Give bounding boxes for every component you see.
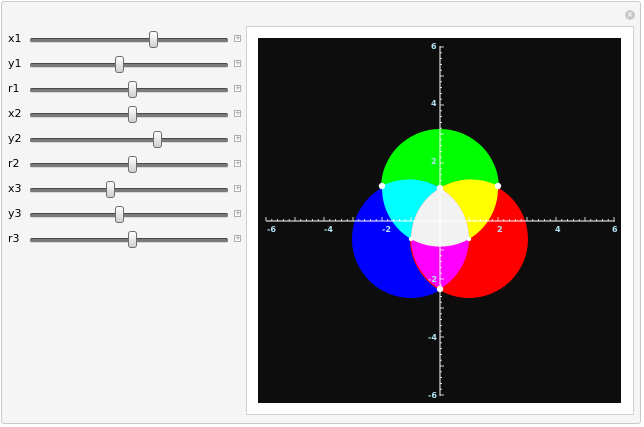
slider-label: x2: [8, 107, 22, 120]
slider-thumb-x2[interactable]: [128, 106, 138, 123]
slider-track-y1[interactable]: [30, 63, 228, 68]
x-tick-label: 6: [612, 225, 618, 234]
expand-controls-icon[interactable]: +: [234, 135, 241, 142]
expand-controls-icon[interactable]: +: [234, 60, 241, 67]
slider-row-r2: r2 +: [8, 155, 243, 175]
slider-row-r1: r1 +: [8, 80, 243, 100]
slider-row-x1: x1 +: [8, 30, 243, 50]
slider-track-x1[interactable]: [30, 38, 228, 43]
slider-row-r3: r3 +: [8, 230, 243, 250]
slider-track-x3[interactable]: [30, 188, 228, 193]
expand-controls-icon[interactable]: +: [234, 185, 241, 192]
slider-track-y3[interactable]: [30, 213, 228, 218]
slider-thumb-r3[interactable]: [128, 231, 138, 248]
slider-label: x3: [8, 182, 22, 195]
slider-thumb-x3[interactable]: [105, 181, 115, 198]
x-tick-label: 2: [497, 225, 503, 234]
slider-row-y1: y1 +: [8, 55, 243, 75]
expand-controls-icon[interactable]: +: [234, 35, 241, 42]
locator-point[interactable]: [408, 236, 414, 242]
slider-row-x3: x3 +: [8, 180, 243, 200]
slider-thumb-y1[interactable]: [115, 56, 125, 73]
y-tick-label: -2: [428, 275, 437, 284]
locator-point[interactable]: [436, 184, 444, 192]
y-tick-label: -4: [428, 333, 437, 342]
slider-label: r1: [8, 82, 20, 95]
y-tick-label: 6: [431, 42, 437, 51]
locator-point[interactable]: [494, 182, 502, 190]
slider-thumb-r1[interactable]: [128, 81, 138, 98]
slider-label: r3: [8, 232, 20, 245]
x-tick-label: -2: [382, 225, 391, 234]
locator-point[interactable]: [466, 236, 472, 242]
expand-controls-icon[interactable]: +: [234, 210, 241, 217]
slider-thumb-y3[interactable]: [115, 206, 125, 223]
circles-plot: -6 -4 -2 2 4 6 6 4 2 -2 -4 -6: [258, 38, 621, 403]
expand-controls-icon[interactable]: +: [234, 160, 241, 167]
x-tick-label: 4: [555, 225, 561, 234]
slider-row-y3: y3 +: [8, 205, 243, 225]
slider-label: r2: [8, 157, 20, 170]
x-tick-label: -6: [267, 225, 276, 234]
slider-row-x2: x2 +: [8, 105, 243, 125]
slider-label: y3: [8, 207, 22, 220]
close-icon[interactable]: ×: [625, 10, 635, 20]
expand-controls-icon[interactable]: +: [234, 85, 241, 92]
locator-point[interactable]: [378, 182, 386, 190]
slider-thumb-y2[interactable]: [152, 131, 162, 148]
y-tick-label: -6: [428, 391, 437, 400]
slider-label: x1: [8, 32, 22, 45]
slider-row-y2: y2 +: [8, 130, 243, 150]
slider-thumb-x1[interactable]: [149, 31, 159, 48]
slider-label: y2: [8, 132, 22, 145]
slider-label: y1: [8, 57, 22, 70]
expand-controls-icon[interactable]: +: [234, 110, 241, 117]
slider-track-y2[interactable]: [30, 138, 228, 143]
locator-point[interactable]: [436, 285, 444, 293]
y-tick-label: 2: [431, 157, 437, 166]
slider-thumb-r2[interactable]: [128, 156, 138, 173]
expand-controls-icon[interactable]: +: [234, 235, 241, 242]
y-tick-label: 4: [431, 99, 437, 108]
x-tick-label: -4: [324, 225, 333, 234]
